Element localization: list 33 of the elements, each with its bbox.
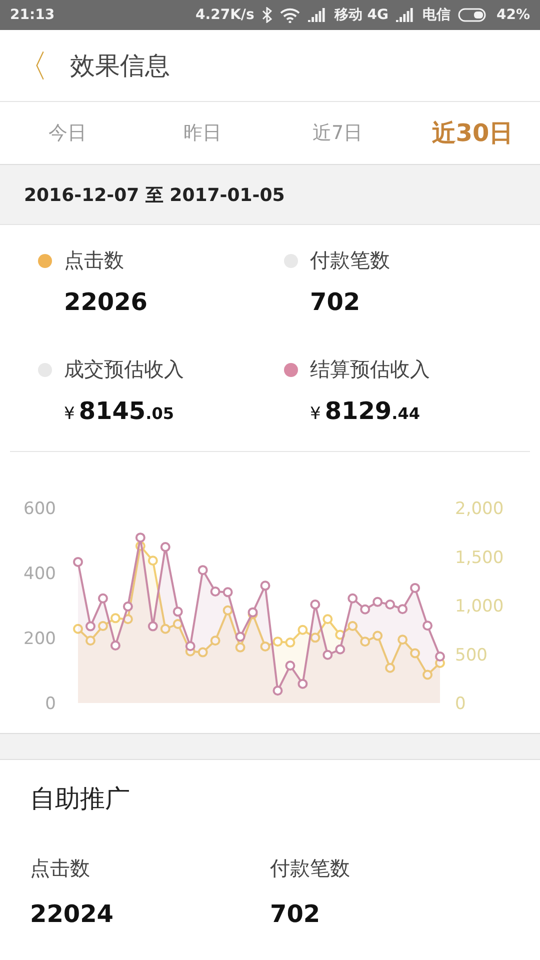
carrier-label: 电信 [422,6,450,24]
metric-value: 8129 [324,397,392,425]
metric-label: 付款笔数 [270,855,351,882]
axis-label: 200 [24,629,56,649]
network-speed: 4.27K/s [196,7,254,23]
metric-value: 702 [270,900,322,928]
carrier-label: 移动 4G [334,6,388,24]
axis-label: 500 [455,645,488,666]
metric-decimals: .05 [146,404,174,423]
battery-percent: 42% [496,7,530,23]
metric-decimals: .44 [392,404,420,423]
metric-label: 点击数 [64,247,125,274]
axis-label: 1,500 [455,548,504,568]
metric-value: 22024 [30,900,114,928]
axis-label: 2,000 [455,499,504,519]
metric-label: 付款笔数 [310,247,391,274]
metric-value: 22026 [64,288,148,316]
clock: 21:13 [10,7,55,23]
date-range: 2016-12-07 至 2017-01-05 [0,165,540,225]
axis-label: 0 [455,694,466,714]
metric-label: 点击数 [30,855,91,882]
metric-value: 702 [310,288,362,316]
page-title: 效果信息 [70,50,170,82]
axis-label: 1,000 [455,596,504,616]
metric-label: 成交预估收入 [64,356,185,383]
currency-sign: ¥ [310,404,321,424]
axis-label: 600 [24,499,56,519]
metric-value: 8145 [78,397,146,425]
axis-label: 0 [45,694,56,714]
metric-label: 结算预估收入 [310,356,431,383]
axis-label: 400 [24,564,56,584]
section-title: 自助推广 [30,783,131,815]
currency-sign: ¥ [64,404,75,424]
